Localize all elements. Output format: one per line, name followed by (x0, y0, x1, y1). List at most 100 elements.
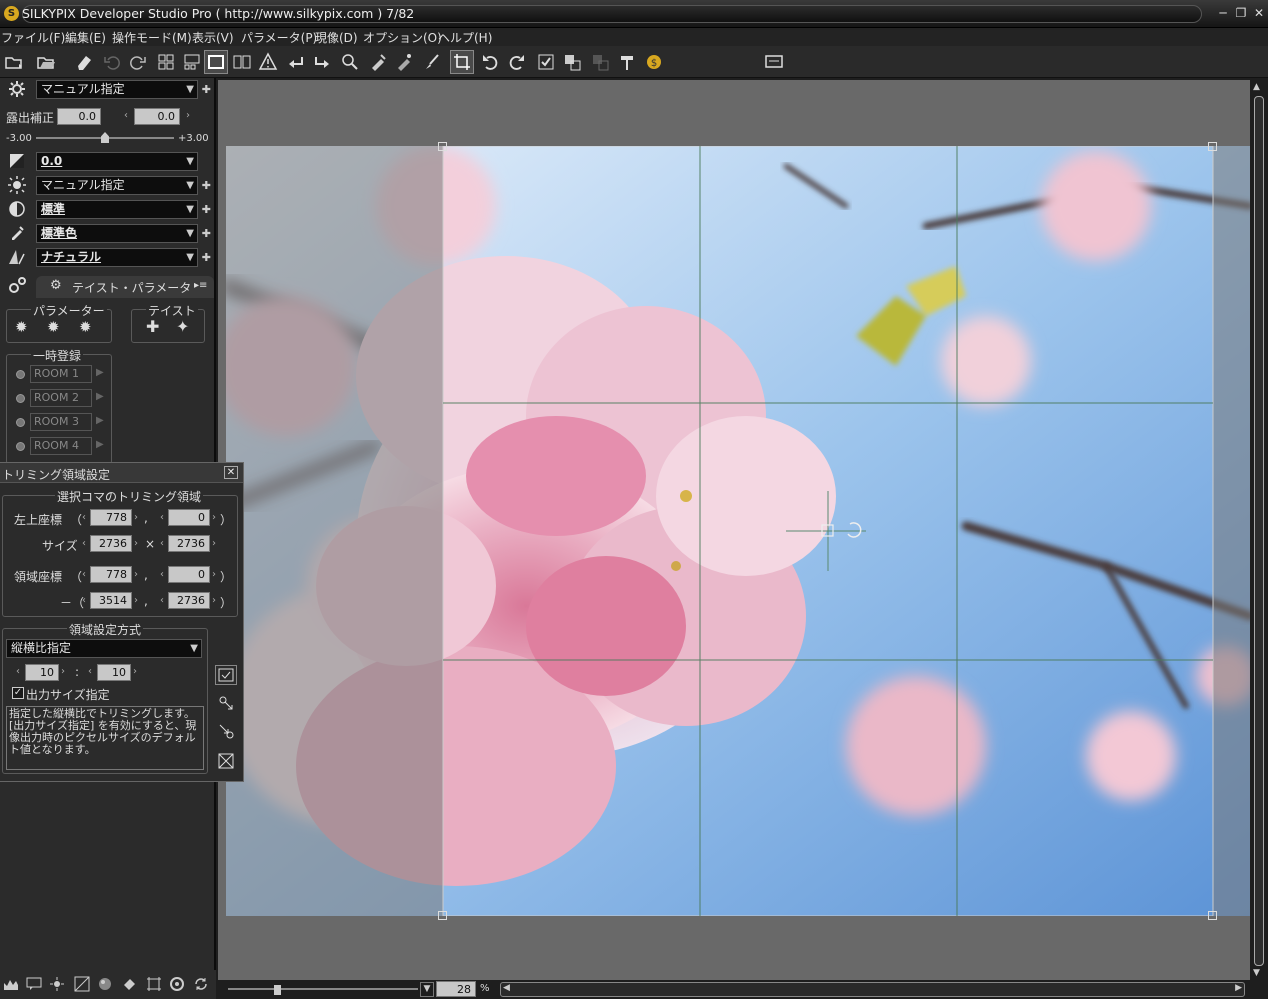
increment-icon[interactable]: › (212, 538, 216, 549)
menu-develop[interactable]: 現像(D) (315, 29, 358, 46)
exposure-slider-thumb[interactable] (101, 132, 109, 143)
menu-edit[interactable]: 編集(E) (65, 29, 106, 46)
scroll-right-icon[interactable]: ▶ (1235, 983, 1242, 993)
decrement-icon[interactable]: ‹ (82, 512, 86, 523)
taste-add-icon[interactable]: ✚ (146, 317, 159, 336)
topleft-x-field[interactable]: 778 (90, 509, 132, 526)
decrement-icon[interactable]: ‹ (82, 569, 86, 580)
dust-icon[interactable] (392, 50, 416, 74)
param-gear-icon[interactable]: ✹ (15, 318, 28, 336)
preview-list-icon[interactable] (180, 50, 204, 74)
undo-icon[interactable] (100, 50, 124, 74)
room-3[interactable]: ROOM 3 ▶ (16, 413, 108, 431)
gear-icon[interactable] (5, 79, 29, 99)
crop-handle-bottom-right[interactable] (1208, 911, 1217, 920)
crop-handle-top-right[interactable] (1208, 142, 1217, 151)
sharpness-select[interactable]: ナチュラル ▼ (36, 248, 198, 267)
decrement-icon[interactable]: ‹ (160, 538, 164, 549)
crop-handle-top-left[interactable] (438, 142, 447, 151)
room-button[interactable]: ROOM 2 (30, 389, 92, 407)
param-gear-add-icon[interactable]: ✹ (47, 318, 60, 336)
preset-select[interactable]: マニュアル指定 ▼ (36, 80, 198, 99)
region-x2-field[interactable]: 3514 (90, 592, 132, 609)
fill-icon[interactable] (120, 975, 138, 993)
decrement-icon[interactable]: ‹ (16, 666, 20, 677)
brush-icon[interactable] (420, 50, 444, 74)
add-icon[interactable]: ✚ (202, 251, 211, 264)
play-icon[interactable]: ▶ (96, 439, 104, 450)
crop-handle-bottom-left[interactable] (438, 911, 447, 920)
zoom-slider-track[interactable] (228, 988, 418, 990)
ratio-a-field[interactable]: 10 (25, 664, 59, 681)
exposure-field[interactable]: 0.0 (57, 108, 101, 125)
tone-curve-icon[interactable] (73, 975, 91, 993)
scroll-up-icon[interactable]: ▲ (1253, 82, 1260, 92)
settings-tab[interactable] (0, 274, 36, 298)
decrement-icon[interactable]: ‹ (160, 569, 164, 580)
ratio-b-field[interactable]: 10 (97, 664, 131, 681)
histogram-icon[interactable] (2, 975, 20, 993)
increment-icon[interactable]: › (134, 538, 138, 549)
room-button[interactable]: ROOM 3 (30, 413, 92, 431)
taste-apply-icon[interactable]: ✦ (176, 317, 189, 336)
add-icon[interactable]: ✚ (202, 83, 211, 96)
output-size-checkbox[interactable]: ✓ (12, 687, 24, 699)
restore-icon[interactable]: ❐ (1232, 6, 1250, 21)
decrement-icon[interactable]: ‹ (160, 512, 164, 523)
param-gear-paste-icon[interactable]: ✹ (79, 318, 92, 336)
increment-icon[interactable]: › (212, 512, 216, 523)
single-view-icon[interactable] (204, 50, 228, 74)
menu-view[interactable]: 表示(V) (192, 29, 234, 46)
increment-icon[interactable]: › (133, 666, 137, 677)
menu-parameter[interactable]: パラメータ(P) (241, 29, 317, 46)
play-icon[interactable]: ▶ (96, 415, 104, 426)
add-icon[interactable]: ✚ (202, 179, 211, 192)
increment-icon[interactable]: › (134, 569, 138, 580)
coin-icon[interactable]: $ (642, 50, 666, 74)
increment-icon[interactable]: › (212, 595, 216, 606)
taste-tab[interactable]: ⚙ テイスト・パラメータ ▸≡ (36, 276, 214, 298)
close-icon[interactable]: ✕ (1250, 6, 1268, 21)
decrement-icon[interactable]: ‹ (88, 666, 92, 677)
topleft-y-field[interactable]: 0 (168, 509, 210, 526)
add-icon[interactable]: ✚ (202, 227, 211, 240)
zoom-field[interactable]: 28 (436, 981, 476, 997)
size-width-field[interactable]: 2736 (90, 535, 132, 552)
exposure-increment[interactable]: › (186, 110, 190, 121)
scroll-left-icon[interactable]: ◀ (503, 983, 510, 993)
exposure-decrement[interactable]: ‹ (124, 110, 128, 121)
batch-icon[interactable] (588, 50, 612, 74)
next-icon[interactable] (310, 50, 334, 74)
decrement-icon[interactable]: ‹ (160, 595, 164, 606)
photo-preview[interactable] (226, 146, 1250, 916)
lens-icon[interactable] (168, 975, 186, 993)
copy-crop-icon[interactable] (215, 693, 237, 713)
add-icon[interactable]: ✚ (202, 203, 211, 216)
rotate-left-icon[interactable] (478, 50, 502, 74)
scroll-thumb[interactable] (1254, 96, 1264, 966)
contrast-select[interactable]: 標準 ▼ (36, 200, 198, 219)
image-canvas[interactable] (218, 80, 1250, 980)
color-select[interactable]: 標準色 ▼ (36, 224, 198, 243)
play-icon[interactable]: ▶ (96, 391, 104, 402)
zoom-dropdown-icon[interactable]: ▼ (420, 982, 434, 997)
paste-crop-icon[interactable] (215, 721, 237, 741)
menu-options[interactable]: オプション(O) (363, 29, 442, 46)
apply-crop-icon[interactable] (215, 665, 237, 685)
decrement-icon[interactable]: ‹ (82, 595, 86, 606)
compare-view-icon[interactable] (230, 50, 254, 74)
exposure-field-2[interactable]: 0.0 (134, 108, 180, 125)
trim-panel-header[interactable]: トリミング領域設定 ✕ (0, 463, 243, 483)
room-4[interactable]: ROOM 4 ▶ (16, 437, 108, 455)
develop-icon[interactable] (560, 50, 584, 74)
increment-icon[interactable]: › (134, 512, 138, 523)
prev-icon[interactable] (284, 50, 308, 74)
spot-icon[interactable] (366, 50, 390, 74)
region-y1-field[interactable]: 0 (168, 566, 210, 583)
zoom-icon[interactable] (338, 50, 362, 74)
menu-icon[interactable]: ▸≡ (194, 280, 207, 291)
rotate-right-icon[interactable] (505, 50, 529, 74)
vertical-scrollbar[interactable]: ▲ ▼ (1250, 80, 1268, 980)
menu-help[interactable]: ヘルプ(H) (438, 29, 492, 46)
region-x1-field[interactable]: 778 (90, 566, 132, 583)
